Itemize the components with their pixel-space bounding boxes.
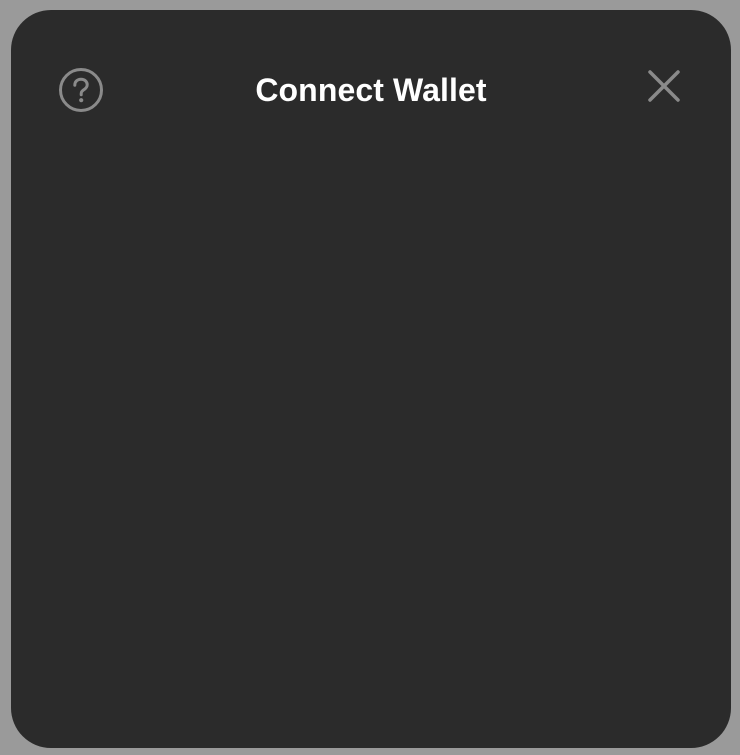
modal-title: Connect Wallet	[255, 72, 487, 108]
connect-wallet-modal: Connect Wallet	[11, 10, 731, 748]
close-icon	[644, 66, 684, 106]
wallet-list-area	[11, 166, 731, 748]
close-button[interactable]	[644, 66, 684, 106]
modal-backdrop[interactable]: Connect Wallet	[0, 0, 740, 755]
modal-header: Connect Wallet	[11, 10, 731, 166]
